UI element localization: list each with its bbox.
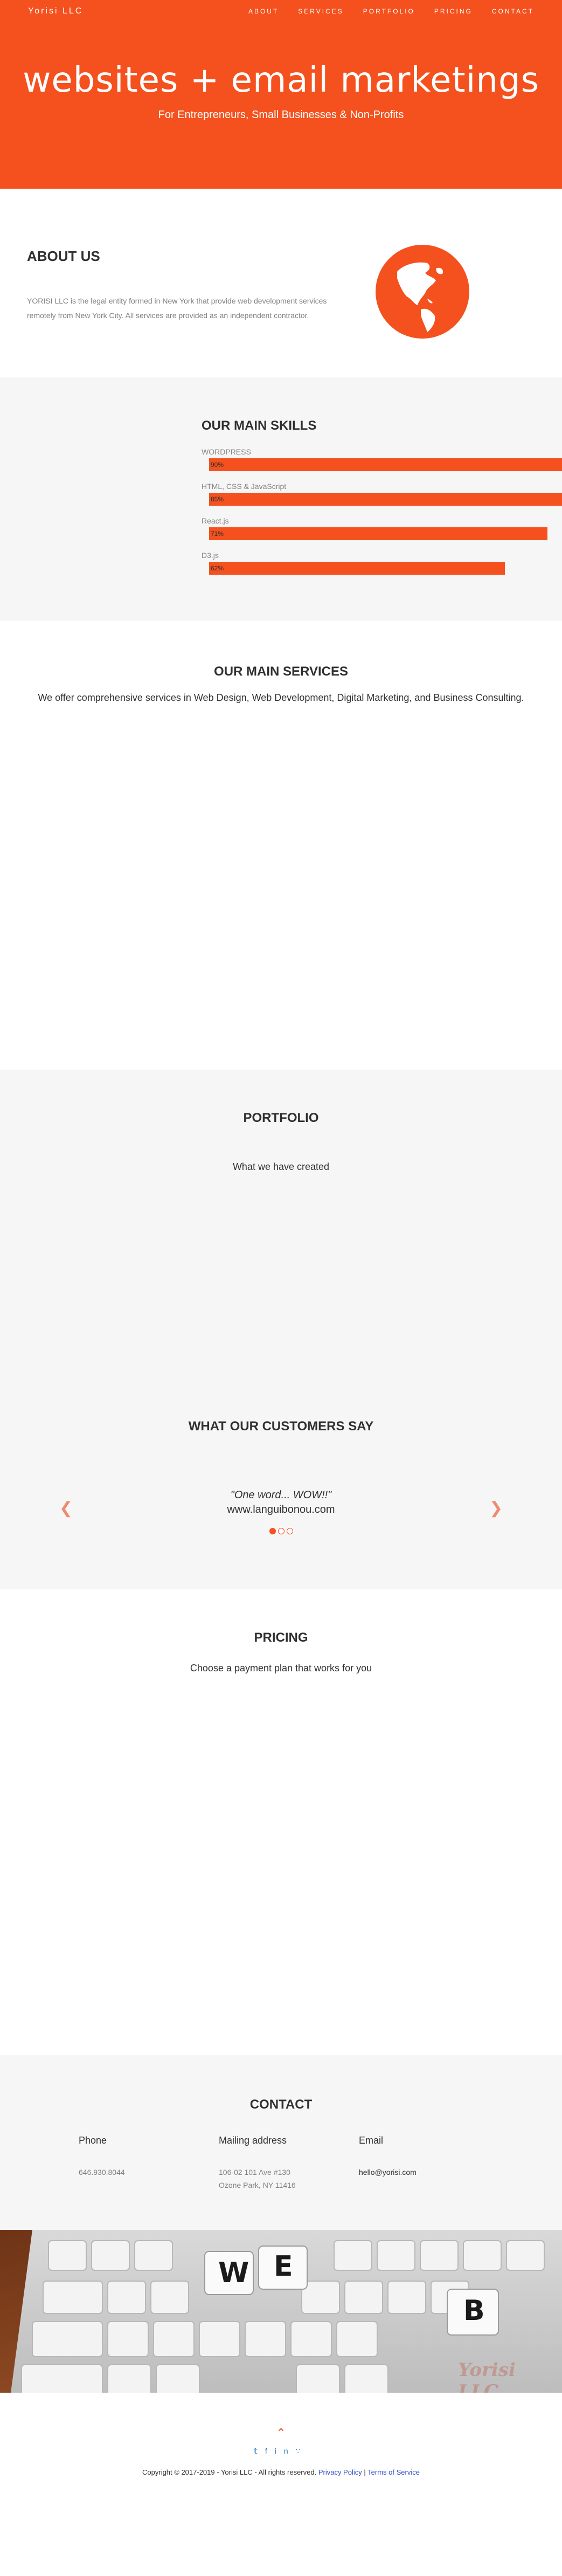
skill-percent-react: 71% — [211, 530, 224, 538]
skills-chart: OUR MAIN SKILLS WORDPRESS 90% HTML, CSS … — [202, 418, 562, 575]
about-section: ABOUT US YORISI LLC is the legal entity … — [0, 189, 562, 377]
skill-percent-wordpress: 90% — [211, 461, 224, 469]
pricing-section: PRICING Choose a payment plan that works… — [0, 1589, 562, 2055]
link-separator: | — [364, 2468, 366, 2476]
social-links: 𝕥fin∵ — [0, 2447, 562, 2456]
email-value[interactable]: hello@yorisi.com — [359, 2166, 488, 2179]
skills-title: OUR MAIN SKILLS — [202, 418, 317, 433]
mail-line1: 106-02 101 Ave #130 — [219, 2168, 290, 2176]
carousel-dot[interactable] — [278, 1528, 285, 1534]
hero-title: websites + email marketings — [23, 60, 539, 100]
portfolio-section: PORTFOLIO What we have created WHAT OUR … — [0, 1070, 562, 1589]
nav-portfolio[interactable]: PORTFOLIO — [363, 8, 415, 15]
main-nav: ABOUT SERVICES PORTFOLIO PRICING CONTACT — [248, 8, 534, 15]
skills-list: WORDPRESS 90% HTML, CSS & JavaScript 85%… — [202, 447, 562, 575]
linkedin-icon[interactable]: in — [275, 2447, 296, 2455]
contact-section: CONTACT Phone 646.930.8044 Mailing addre… — [0, 2055, 562, 2230]
nav-services[interactable]: SERVICES — [298, 8, 343, 15]
skill-label-d3: D3.js — [202, 551, 219, 560]
hero-subtitle: For Entrepreneurs, Small Businesses & No… — [158, 109, 404, 121]
key-e: E — [274, 2250, 293, 2283]
privacy-link[interactable]: Privacy Policy — [318, 2468, 362, 2476]
testimonials-title: WHAT OUR CUSTOMERS SAY — [188, 1419, 374, 1434]
hero-section: Yorisi LLC ABOUT SERVICES PORTFOLIO PRIC… — [0, 0, 562, 189]
contact-mail: Mailing address 106-02 101 Ave #130 Ozon… — [219, 2135, 348, 2192]
skill-label-react: React.js — [202, 516, 229, 525]
mail-label: Mailing address — [219, 2135, 287, 2146]
pricing-subtitle: Choose a payment plan that works for you — [190, 1663, 372, 1673]
key-w: W — [218, 2257, 249, 2289]
skill-bar-html: 85% — [209, 493, 562, 506]
facebook-icon[interactable]: f — [265, 2447, 275, 2455]
testimonial-quote: "One word... WOW!!" — [230, 1489, 332, 1501]
chevron-right-icon[interactable]: ❯ — [489, 1499, 503, 1518]
terms-link[interactable]: Terms of Service — [367, 2468, 420, 2476]
phone-value[interactable]: 646.930.8044 — [79, 2166, 208, 2179]
services-title: OUR MAIN SERVICES — [214, 664, 348, 679]
contact-title: CONTACT — [249, 2097, 313, 2112]
watermark-logo: Yorisi LLC — [458, 2359, 516, 2393]
skill-label-wordpress: WORDPRESS — [202, 447, 251, 456]
portfolio-subtitle: What we have created — [232, 1161, 330, 1172]
nav-about[interactable]: ABOUT — [248, 8, 279, 15]
email-label: Email — [359, 2135, 384, 2146]
skill-percent-d3: 62% — [211, 564, 224, 572]
testimonial-author: www.languibonou.com — [227, 1504, 335, 1516]
chevron-up-icon[interactable]: ⌃ — [0, 2426, 562, 2440]
skill-bar-wordpress: 90% — [209, 458, 562, 471]
services-text: We offer comprehensive services in Web D… — [38, 692, 524, 703]
skills-section: OUR MAIN SKILLS WORDPRESS 90% HTML, CSS … — [0, 377, 562, 621]
skill-percent-html: 85% — [211, 495, 224, 503]
skill-bar-react: 71% — [209, 527, 547, 540]
keyboard-banner-image: W E B Yorisi LLC — [0, 2230, 562, 2393]
globe-icon — [376, 245, 469, 339]
services-section: OUR MAIN SERVICES We offer comprehensive… — [0, 621, 562, 1070]
pricing-title: PRICING — [254, 1630, 308, 1645]
twitter-icon[interactable]: 𝕥 — [254, 2447, 265, 2455]
carousel-dot[interactable] — [287, 1528, 293, 1534]
copyright: Copyright © 2017-2019 - Yorisi LLC - All… — [0, 2468, 562, 2476]
share-icon[interactable]: ∵ — [296, 2447, 308, 2455]
contact-email: Email hello@yorisi.com — [359, 2135, 488, 2179]
about-text: YORISI LLC is the legal entity formed in… — [27, 297, 327, 320]
key-b: B — [463, 2295, 485, 2327]
carousel-indicators — [269, 1528, 293, 1534]
mail-line2: Ozone Park, NY 11416 — [219, 2181, 296, 2189]
about-title: ABOUT US — [27, 248, 100, 264]
brand-logo[interactable]: Yorisi LLC — [28, 6, 83, 16]
carousel-dot[interactable] — [269, 1528, 276, 1534]
phone-label: Phone — [79, 2135, 107, 2146]
nav-contact[interactable]: CONTACT — [492, 8, 534, 15]
skill-label-html: HTML, CSS & JavaScript — [202, 482, 287, 491]
copyright-text: Copyright © 2017-2019 - Yorisi LLC - All… — [142, 2468, 317, 2476]
skill-bar-d3: 62% — [209, 562, 505, 575]
mail-address: 106-02 101 Ave #130 Ozone Park, NY 11416 — [219, 2166, 348, 2192]
portfolio-title: PORTFOLIO — [243, 1111, 319, 1125]
contact-phone: Phone 646.930.8044 — [79, 2135, 208, 2179]
nav-pricing[interactable]: PRICING — [434, 8, 473, 15]
